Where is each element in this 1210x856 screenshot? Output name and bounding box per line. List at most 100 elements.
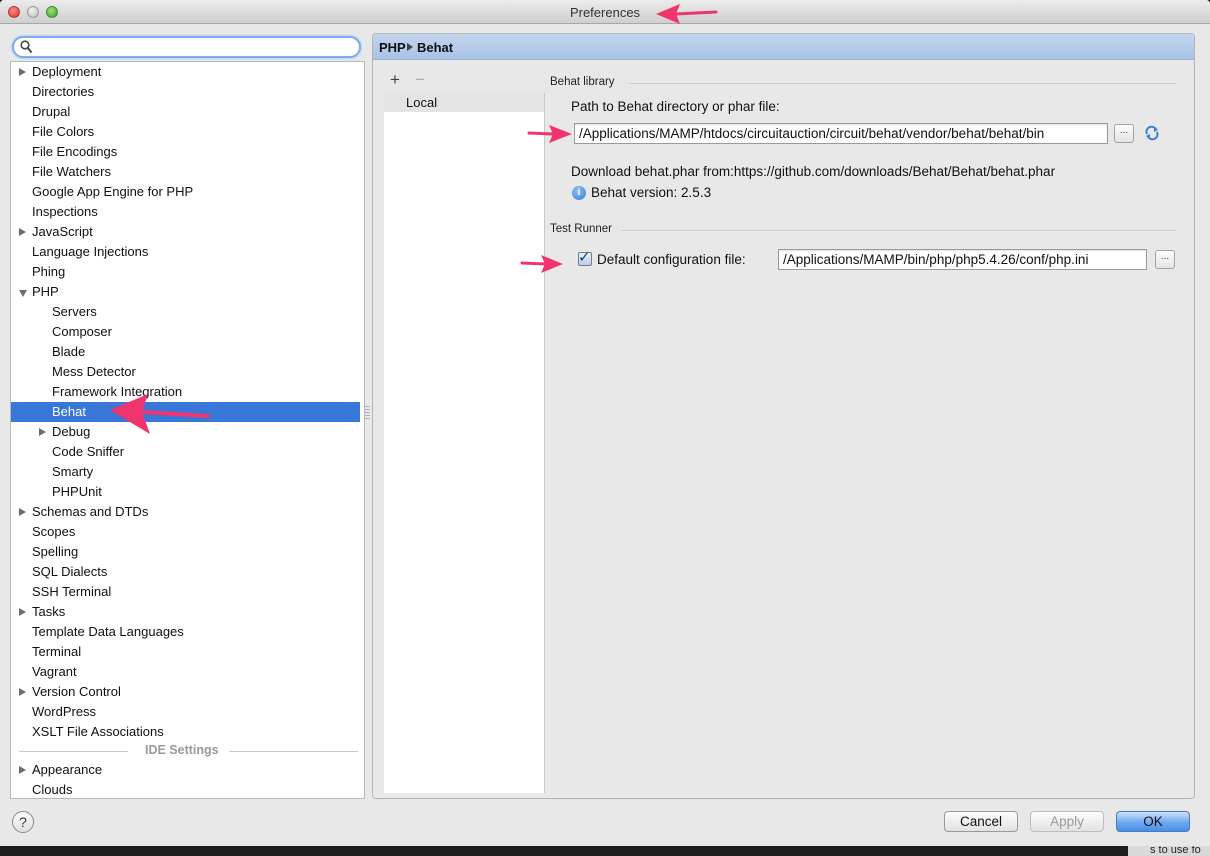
breadcrumb: PHP Behat [373, 34, 1194, 60]
tree-item-label: Schemas and DTDs [32, 504, 149, 519]
help-button[interactable]: ? [12, 811, 34, 833]
window-title: Preferences [569, 5, 641, 20]
tree-item-directories[interactable]: Directories [11, 82, 360, 102]
tree-item-version-control[interactable]: Version Control [11, 682, 360, 702]
tree-item-phing[interactable]: Phing [11, 262, 360, 282]
interpreter-list[interactable]: Local [384, 93, 545, 793]
default-config-checkbox[interactable]: ✓ [578, 249, 592, 266]
splitter-handle[interactable] [365, 406, 370, 420]
tree-item-label: File Watchers [32, 164, 111, 179]
refresh-icon[interactable] [1144, 125, 1160, 141]
tree-item-blade[interactable]: Blade [11, 342, 360, 362]
tree-item-label: Composer [52, 324, 112, 339]
tree-item-template-data-languages[interactable]: Template Data Languages [11, 622, 360, 642]
info-icon: i [572, 186, 586, 200]
tree-item-label: SSH Terminal [32, 584, 112, 599]
tree-item-spelling[interactable]: Spelling [11, 542, 360, 562]
browse-behat-path-button[interactable]: ... [1114, 124, 1134, 143]
tree-item-inspections[interactable]: Inspections [11, 202, 360, 222]
tree-item-vagrant[interactable]: Vagrant [11, 662, 360, 682]
tree-item-xslt-file-associations[interactable]: XSLT File Associations [11, 722, 360, 742]
tree-item-label: Phing [32, 264, 66, 279]
path-label: Path to Behat directory or phar file: [571, 99, 780, 114]
tree-item-file-colors[interactable]: File Colors [11, 122, 360, 142]
tree-item-google-app-engine-for-php[interactable]: Google App Engine for PHP [11, 182, 360, 202]
group-divider [629, 83, 1176, 84]
tree-item-phpunit[interactable]: PHPUnit [11, 482, 360, 502]
tree-item-smarty[interactable]: Smarty [11, 462, 360, 482]
tree-item-label: Behat [52, 404, 86, 419]
tree-item-label: Spelling [32, 544, 79, 559]
ok-button[interactable]: OK [1116, 811, 1190, 832]
tree-item-deployment[interactable]: Deployment [11, 62, 360, 82]
tree-item-file-watchers[interactable]: File Watchers [11, 162, 360, 182]
tree-item-javascript[interactable]: JavaScript [11, 222, 360, 242]
background-window: s to use fo [1128, 846, 1210, 856]
tree-item-appearance[interactable]: Appearance [11, 760, 360, 780]
ide-settings-label: IDE Settings [145, 743, 219, 757]
group-divider [621, 230, 1176, 231]
cancel-button[interactable]: Cancel [944, 811, 1018, 832]
tree-item-clouds[interactable]: Clouds [11, 780, 360, 798]
annotation-arrow-icon [527, 125, 572, 143]
settings-search[interactable] [12, 36, 361, 58]
tree-item-code-sniffer[interactable]: Code Sniffer [11, 442, 360, 462]
tree-item-language-injections[interactable]: Language Injections [11, 242, 360, 262]
annotation-arrow-icon [656, 4, 718, 24]
test-runner-group-title: Test Runner [550, 223, 613, 235]
tree-item-label: Google App Engine for PHP [32, 184, 194, 199]
tree-item-schemas-and-dtds[interactable]: Schemas and DTDs [11, 502, 360, 522]
expand-arrow-icon[interactable] [19, 228, 26, 236]
tree-item-label: Code Sniffer [52, 444, 125, 459]
tree-item-tasks[interactable]: Tasks [11, 602, 360, 622]
expand-arrow-icon[interactable] [19, 68, 26, 76]
tree-item-label: Template Data Languages [32, 624, 184, 639]
search-icon [20, 40, 33, 54]
interpreter-item-local[interactable]: Local [384, 93, 544, 112]
tree-item-drupal[interactable]: Drupal [11, 102, 360, 122]
search-input[interactable] [36, 39, 354, 55]
collapse-arrow-icon[interactable] [19, 290, 27, 297]
tree-item-label: JavaScript [32, 224, 93, 239]
tree-item-label: Language Injections [32, 244, 149, 259]
browse-config-button[interactable]: ... [1155, 250, 1175, 269]
tree-item-scopes[interactable]: Scopes [11, 522, 360, 542]
tree-item-label: WordPress [32, 704, 97, 719]
expand-arrow-icon[interactable] [19, 508, 26, 516]
tree-item-ssh-terminal[interactable]: SSH Terminal [11, 582, 360, 602]
default-config-field[interactable]: /Applications/MAMP/bin/php/php5.4.26/con… [778, 249, 1147, 270]
tree-item-label: Tasks [32, 604, 66, 619]
apply-button[interactable]: Apply [1030, 811, 1104, 832]
expand-arrow-icon[interactable] [19, 688, 26, 696]
tree-item-label: PHPUnit [52, 484, 102, 499]
ide-settings-separator: IDE Settings [11, 742, 360, 762]
tree-item-label: Clouds [32, 782, 73, 797]
tree-item-label: Blade [52, 344, 86, 359]
tree-item-terminal[interactable]: Terminal [11, 642, 360, 662]
add-interpreter-button[interactable]: + [390, 71, 400, 89]
expand-arrow-icon[interactable] [39, 428, 46, 436]
background-text: s to use fo [1150, 846, 1201, 856]
annotation-arrow-icon [520, 255, 563, 273]
tree-item-file-encodings[interactable]: File Encodings [11, 142, 360, 162]
tree-item-label: Scopes [32, 524, 76, 539]
tree-item-label: Servers [52, 304, 97, 319]
expand-arrow-icon[interactable] [19, 608, 26, 616]
tree-item-sql-dialects[interactable]: SQL Dialects [11, 562, 360, 582]
tree-item-label: Drupal [32, 104, 71, 119]
settings-panel: PHP Behat + − Local Behat library Path t… [372, 33, 1195, 799]
tree-item-label: Inspections [32, 204, 98, 219]
annotation-arrow-icon [110, 394, 210, 434]
checkmark-icon: ✓ [578, 249, 591, 266]
tree-item-servers[interactable]: Servers [11, 302, 360, 322]
expand-arrow-icon[interactable] [19, 766, 26, 774]
tree-item-composer[interactable]: Composer [11, 322, 360, 342]
behat-path-field[interactable]: /Applications/MAMP/htdocs/circuitauction… [574, 123, 1108, 144]
tree-item-label: Terminal [32, 644, 82, 659]
remove-interpreter-button[interactable]: − [415, 71, 425, 89]
tree-item-wordpress[interactable]: WordPress [11, 702, 360, 722]
tree-item-mess-detector[interactable]: Mess Detector [11, 362, 360, 382]
tree-item-label: PHP [32, 284, 59, 299]
tree-item-php[interactable]: PHP [11, 282, 360, 302]
tree-item-label: Debug [52, 424, 91, 439]
